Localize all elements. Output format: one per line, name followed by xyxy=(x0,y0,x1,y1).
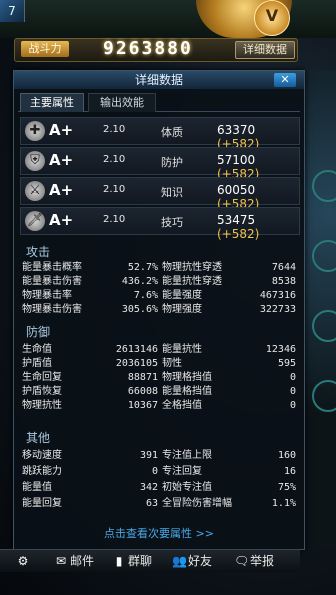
stat-row: 能量暴击伤害 436.2% xyxy=(22,276,158,287)
attribute-name: 防护 xyxy=(161,156,183,169)
attribute-multiplier: 2.10 xyxy=(103,154,126,165)
attribute-grade: A+ xyxy=(49,151,74,169)
section-title-other: 其他 xyxy=(26,431,51,445)
view-secondary-attributes-link[interactable]: 点击查看次要属性 >> xyxy=(14,525,304,541)
sword-icon: 🗡 xyxy=(25,211,45,231)
stat-row: 物理强度 322733 xyxy=(162,304,296,315)
combat-power-value: 9263880 xyxy=(103,38,193,59)
stat-row: 移动速度 391 xyxy=(22,450,158,461)
stat-row: 物理抗性穿透 7644 xyxy=(162,262,296,273)
detail-data-panel: 详细数据 ✕ 主要属性 输出效能 ✚ A+ 2.10 体质 63370 (+58… xyxy=(13,70,305,550)
skill-ring-icon[interactable] xyxy=(312,240,336,272)
mail-button[interactable]: ✉ 邮件 xyxy=(54,553,94,569)
stat-row: 能量暴击概率 52.7% xyxy=(22,262,158,273)
stat-row: 护盾值 2036105 xyxy=(22,358,158,369)
report-button[interactable]: 🗨举报 xyxy=(234,553,274,569)
detail-data-button[interactable]: 详细数据 xyxy=(235,41,295,59)
skill-ring-icon[interactable] xyxy=(312,380,336,412)
stat-row: 物理暴击伤害 305.6% xyxy=(22,304,158,315)
section-title-attack: 攻击 xyxy=(26,245,51,259)
player-level-icon[interactable]: 7 xyxy=(0,0,25,22)
attribute-base-value: 53475 xyxy=(217,213,256,227)
shield-icon: ⛨ xyxy=(25,151,45,171)
report-icon: 🗨 xyxy=(234,554,250,568)
attribute-grade: A+ xyxy=(49,211,74,229)
attribute-name: 技巧 xyxy=(161,216,183,229)
attribute-row-constitution: ✚ A+ 2.10 体质 63370 (+582) xyxy=(20,117,300,151)
group-chat-button[interactable]: ▮ 群聊 xyxy=(112,553,152,569)
rank-emblem-icon: V xyxy=(254,0,290,36)
friends-button[interactable]: 👥好友 xyxy=(172,553,212,569)
attribute-multiplier: 2.10 xyxy=(103,184,126,195)
stat-row: 专注回复 16 xyxy=(162,466,296,477)
attribute-value: 53475 (+582) xyxy=(217,213,299,241)
stat-row: 能量强度 467316 xyxy=(162,290,296,301)
friends-icon: 👥 xyxy=(172,554,187,568)
stat-row: 护盾恢复 66008 xyxy=(22,386,158,397)
staff-icon: ⚔ xyxy=(25,181,45,201)
attribute-grade: A+ xyxy=(49,181,74,199)
panel-title: 详细数据 xyxy=(14,71,304,89)
stat-row: 韧性 595 xyxy=(162,358,296,369)
stat-row: 能量值 342 xyxy=(22,482,158,493)
combat-power-label: 战斗力 xyxy=(21,41,69,57)
attribute-grade: A+ xyxy=(49,121,74,139)
attribute-bonus: (+582) xyxy=(217,227,260,241)
group-chat-label: 群聊 xyxy=(128,554,153,568)
attribute-base-value: 60050 xyxy=(217,183,256,197)
background-scene xyxy=(304,70,336,548)
stat-row: 专注值上限 160 xyxy=(162,450,296,461)
mail-label: 邮件 xyxy=(70,554,95,568)
stat-row: 物理抗性 10367 xyxy=(22,400,158,411)
stat-row: 生命值 2613146 xyxy=(22,344,158,355)
attribute-base-value: 63370 xyxy=(217,123,256,137)
skill-ring-icon[interactable] xyxy=(312,170,336,202)
chat-icon: ▮ xyxy=(115,554,123,568)
plus-icon: ✚ xyxy=(25,121,45,141)
stat-row: 初始专注值 75% xyxy=(162,482,296,493)
tab-bar: 主要属性 输出效能 xyxy=(18,93,300,112)
stat-row: 能量抗性穿透 8538 xyxy=(162,276,296,287)
attribute-name: 体质 xyxy=(161,126,183,139)
friends-label: 好友 xyxy=(188,554,213,568)
stat-row: 物理格挡值 0 xyxy=(162,372,296,383)
stat-row: 全冒险伤害增幅 1.1% xyxy=(162,498,296,509)
gear-icon: ⚙ xyxy=(17,554,29,568)
combat-power-bar: 战斗力 9263880 详细数据 xyxy=(14,38,298,62)
mail-icon: ✉ xyxy=(55,554,67,568)
bottom-toolbar: ⚙ ✉ 邮件 ▮ 群聊 👥好友 🗨举报 xyxy=(0,549,300,572)
attribute-base-value: 57100 xyxy=(217,153,256,167)
stat-row: 生命回复 88871 xyxy=(22,372,158,383)
stat-row: 能量回复 63 xyxy=(22,498,158,509)
attribute-name: 知识 xyxy=(161,186,183,199)
skill-ring-icon[interactable] xyxy=(312,310,336,342)
tab-main-attributes[interactable]: 主要属性 xyxy=(20,93,84,112)
section-title-defense: 防御 xyxy=(26,325,51,339)
stat-row: 物理暴击率 7.6% xyxy=(22,290,158,301)
stat-row: 全格挡值 0 xyxy=(162,400,296,411)
stat-row: 跳跃能力 0 xyxy=(22,466,158,477)
close-icon[interactable]: ✕ xyxy=(274,73,296,87)
attribute-row-knowledge: ⚔ A+ 2.10 知识 60050 (+582) xyxy=(20,177,300,211)
settings-button[interactable]: ⚙ xyxy=(16,553,32,569)
attribute-row-skill: 🗡 A+ 2.10 技巧 53475 (+582) xyxy=(20,207,300,241)
stat-row: 能量格挡值 0 xyxy=(162,386,296,397)
tab-output-efficiency[interactable]: 输出效能 xyxy=(88,93,156,112)
stat-row: 能量抗性 12346 xyxy=(162,344,296,355)
attribute-multiplier: 2.10 xyxy=(103,124,126,135)
report-label: 举报 xyxy=(250,554,275,568)
attribute-multiplier: 2.10 xyxy=(103,214,126,225)
attribute-row-protection: ⛨ A+ 2.10 防护 57100 (+582) xyxy=(20,147,300,181)
